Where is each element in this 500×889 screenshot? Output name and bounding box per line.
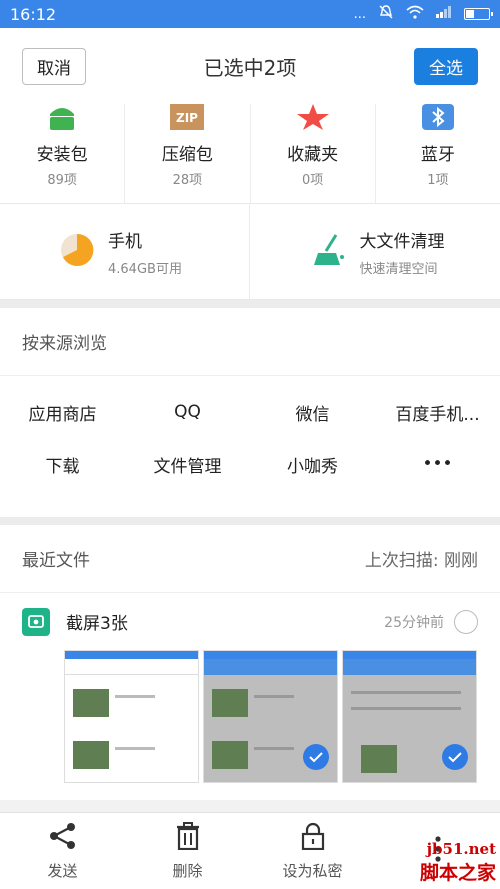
status-time: 16:12 [10, 4, 57, 24]
screenshot-thumbnail[interactable] [342, 650, 477, 783]
storage-title: 大文件清理 [359, 231, 445, 252]
broom-icon [312, 233, 346, 271]
file-group-time: 25分钟前 [384, 614, 444, 631]
bottom-action-bar: 发送 删除 设为私密 jb51.net 脚本之家 [0, 812, 500, 889]
category-label: 蓝牙 [420, 145, 455, 165]
trash-icon [174, 821, 202, 854]
category-zip[interactable]: ZIP 压缩包 28项 [125, 104, 251, 203]
last-scan-text: 上次扫描: 刚刚 [364, 551, 478, 571]
category-count: 89项 [47, 173, 77, 188]
storage-title: 手机 [108, 231, 142, 252]
action-label: 删除 [172, 861, 203, 880]
category-count: 1项 [427, 173, 449, 188]
star-icon [293, 104, 333, 130]
send-button[interactable]: 发送 [0, 813, 125, 889]
sources-header: 按来源浏览 [0, 308, 500, 376]
mute-icon [378, 4, 394, 24]
zip-badge-text: ZIP [176, 111, 198, 125]
select-all-button[interactable]: 全选 [414, 47, 478, 85]
category-grid: 安装包 89项 ZIP 压缩包 28项 收藏夹 0项 蓝牙 1项 [0, 104, 500, 204]
category-favorites[interactable]: 收藏夹 0项 [251, 104, 376, 203]
status-bar: 16:12 ... [0, 0, 500, 28]
battery-icon [464, 8, 493, 20]
page-title: 已选中2项 [203, 55, 297, 80]
category-label: 收藏夹 [287, 145, 339, 165]
storage-row: 手机 4.64GB可用 大文件清理 快速清理空间 [0, 204, 500, 300]
source-baidu[interactable]: 百度手机... [375, 400, 500, 425]
category-count: 0项 [301, 173, 324, 188]
source-qq[interactable]: QQ [125, 402, 250, 422]
sources-title: 按来源浏览 [22, 334, 107, 354]
recent-title: 最近文件 [22, 551, 90, 571]
source-row: 下载 文件管理 小咖秀 ••• [0, 438, 500, 490]
bluetooth-icon [418, 104, 458, 130]
site-watermark: jb51.net 脚本之家 [420, 840, 496, 885]
watermark-url: jb51.net [426, 840, 496, 858]
source-grid: 应用商店 QQ 微信 百度手机... 下载 文件管理 小咖秀 ••• [0, 376, 500, 517]
set-private-button[interactable]: 设为私密 [250, 813, 375, 889]
selection-header: 取消 已选中2项 全选 [0, 28, 500, 104]
storage-sub: 快速清理空间 [359, 261, 438, 277]
more-sources-button[interactable]: ••• [375, 454, 500, 474]
storage-sub: 4.64GB可用 [108, 261, 182, 277]
wifi-icon [406, 5, 424, 23]
category-apk[interactable]: 安装包 89项 [0, 104, 126, 203]
source-row: 应用商店 QQ 微信 百度手机... [0, 386, 500, 438]
section-divider [0, 300, 500, 308]
category-count: 28项 [172, 173, 203, 188]
action-label: 发送 [47, 861, 78, 880]
source-download[interactable]: 下载 [0, 452, 125, 477]
cancel-button[interactable]: 取消 [22, 47, 86, 85]
status-dots: ... [353, 6, 366, 22]
recent-file-group[interactable]: 截屏3张 25分钟前 [0, 593, 500, 650]
section-divider [0, 517, 500, 525]
selected-check-icon [303, 744, 329, 770]
screenshot-icon [22, 607, 50, 636]
category-label: 压缩包 [161, 145, 213, 165]
selected-check-icon [442, 744, 468, 770]
file-group-name: 截屏3张 [66, 614, 128, 634]
category-bluetooth[interactable]: 蓝牙 1项 [376, 104, 500, 203]
large-file-clean[interactable]: 大文件清理 快速清理空间 [248, 204, 500, 299]
source-app-store[interactable]: 应用商店 [0, 400, 125, 425]
phone-storage[interactable]: 手机 4.64GB可用 [0, 204, 249, 299]
content-scroll[interactable]: 安装包 89项 ZIP 压缩包 28项 收藏夹 0项 蓝牙 1项 手机 4.64… [0, 104, 500, 812]
screenshot-thumbnail[interactable] [203, 650, 338, 783]
recent-header: 最近文件 上次扫描: 刚刚 [0, 525, 500, 593]
source-file-manager[interactable]: 文件管理 [125, 452, 250, 477]
android-icon [42, 104, 82, 130]
lock-icon [299, 822, 327, 854]
action-label: 设为私密 [282, 861, 343, 880]
category-label: 安装包 [36, 145, 88, 165]
watermark-name: 脚本之家 [419, 862, 496, 884]
share-icon [49, 822, 77, 854]
source-wechat[interactable]: 微信 [250, 400, 375, 425]
select-group-radio[interactable] [454, 609, 478, 634]
signal-icon [436, 6, 452, 22]
zip-icon: ZIP [167, 104, 207, 130]
storage-pie-icon [60, 233, 94, 271]
screenshot-thumbnail[interactable] [64, 650, 199, 783]
thumbnail-strip [0, 650, 500, 800]
delete-button[interactable]: 删除 [125, 813, 250, 889]
source-xiaokaxiu[interactable]: 小咖秀 [250, 452, 375, 477]
